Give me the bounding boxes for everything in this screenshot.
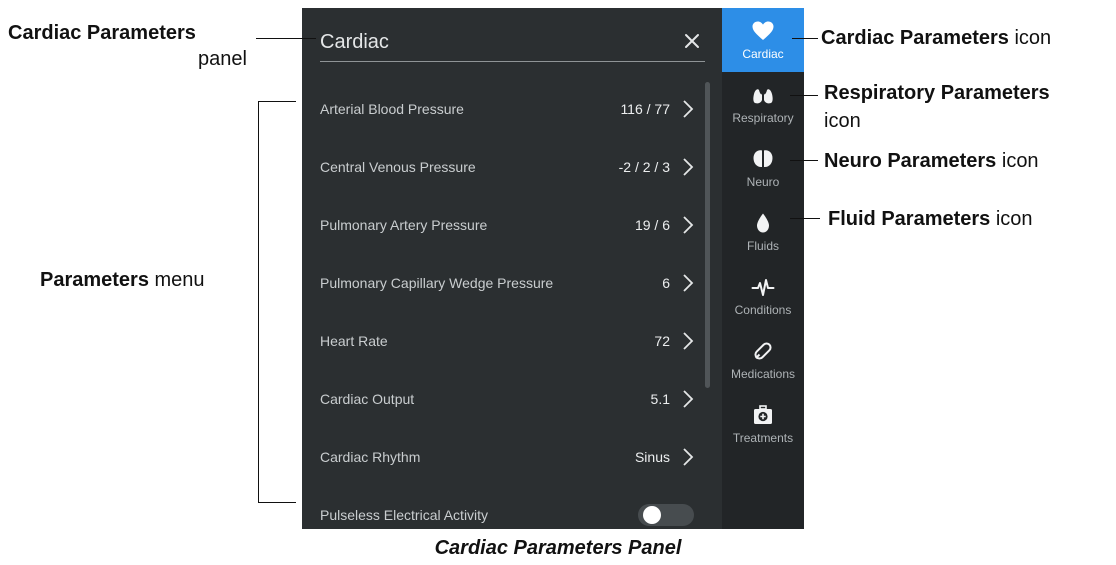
param-label: Pulmonary Artery Pressure bbox=[320, 217, 488, 233]
nav-label: Medications bbox=[730, 367, 796, 381]
param-label: Cardiac Output bbox=[320, 391, 415, 407]
chevron-right-icon bbox=[683, 390, 694, 408]
param-row-pulseless-electrical-activity: Pulseless Electrical Activity bbox=[320, 486, 700, 529]
param-row-heart-rate[interactable]: Heart Rate 72 bbox=[320, 312, 700, 370]
nav-item-treatments[interactable]: Treatments bbox=[722, 392, 804, 456]
bracket-top bbox=[258, 101, 296, 102]
annotation-bold: Fluid Parameters bbox=[828, 208, 991, 230]
annotation-text: icon bbox=[996, 150, 1039, 172]
annotation-bold: Cardiac Parameters bbox=[821, 27, 1009, 49]
chevron-right-icon bbox=[683, 100, 694, 118]
chevron-right-icon bbox=[683, 158, 694, 176]
callout-line bbox=[790, 218, 820, 219]
side-nav: Cardiac Respiratory Neuro Fluids Conditi… bbox=[722, 8, 804, 529]
callout-line bbox=[790, 95, 818, 96]
annotation-bold: Cardiac Parameters bbox=[8, 22, 196, 44]
nav-item-medications[interactable]: Medications bbox=[722, 328, 804, 392]
medkit-icon bbox=[754, 405, 772, 424]
param-value: 72 bbox=[654, 333, 670, 349]
param-label: Heart Rate bbox=[320, 333, 388, 349]
annotation-bold: Neuro Parameters bbox=[824, 150, 997, 172]
lungs-icon bbox=[753, 86, 773, 104]
param-row-pulmonary-artery-pressure[interactable]: Pulmonary Artery Pressure 19 / 6 bbox=[320, 196, 700, 254]
annotation-bold: Respiratory Parameters bbox=[824, 82, 1050, 104]
callout-line bbox=[792, 38, 818, 39]
nav-label: Conditions bbox=[734, 303, 792, 317]
scrollbar[interactable] bbox=[705, 82, 710, 388]
annotation-cardiac-icon: Cardiac Parameters icon bbox=[821, 25, 1051, 51]
param-value: 116 / 77 bbox=[620, 101, 670, 117]
param-value: -2 / 2 / 3 bbox=[618, 159, 670, 175]
param-value: 19 / 6 bbox=[634, 217, 670, 233]
chevron-right-icon bbox=[683, 274, 694, 292]
callout-line bbox=[790, 160, 818, 161]
cardiac-parameters-panel: Arterial Blood Pressure 116 / 77 Central… bbox=[302, 8, 722, 529]
annotation-text: icon bbox=[990, 208, 1033, 230]
annotation-text: menu bbox=[148, 269, 205, 291]
search-bar bbox=[320, 22, 705, 62]
param-row-cardiac-output[interactable]: Cardiac Output 5.1 bbox=[320, 370, 700, 428]
toggle-knob bbox=[643, 506, 661, 524]
param-row-cardiac-rhythm[interactable]: Cardiac Rhythm Sinus bbox=[320, 428, 700, 486]
param-row-arterial-blood-pressure[interactable]: Arterial Blood Pressure 116 / 77 bbox=[320, 80, 700, 138]
figure-caption: Cardiac Parameters Panel bbox=[434, 537, 682, 559]
annotation-cardiac-panel: Cardiac Parameters bbox=[8, 20, 196, 46]
param-row-central-venous-pressure[interactable]: Central Venous Pressure -2 / 2 / 3 bbox=[320, 138, 700, 196]
nav-label: Fluids bbox=[746, 239, 779, 253]
annotation-respiratory-icon-sub: icon bbox=[824, 108, 861, 134]
nav-item-neuro[interactable]: Neuro bbox=[722, 136, 804, 200]
param-value: 6 bbox=[662, 275, 670, 291]
brain-icon bbox=[753, 150, 773, 168]
annotation-neuro-icon: Neuro Parameters icon bbox=[824, 148, 1039, 174]
param-value: 5.1 bbox=[650, 391, 670, 407]
chevron-right-icon bbox=[683, 216, 694, 234]
nav-item-cardiac[interactable]: Cardiac bbox=[722, 8, 804, 72]
annotation-text: icon bbox=[824, 110, 861, 132]
param-label: Pulseless Electrical Activity bbox=[320, 507, 489, 523]
bracket-line bbox=[258, 101, 259, 503]
param-label: Cardiac Rhythm bbox=[320, 449, 421, 465]
param-label: Pulmonary Capillary Wedge Pressure bbox=[320, 275, 554, 291]
chevron-right-icon bbox=[683, 448, 694, 466]
pill-icon bbox=[754, 342, 772, 360]
search-input[interactable] bbox=[320, 28, 660, 56]
nav-item-fluids[interactable]: Fluids bbox=[722, 200, 804, 264]
param-label: Central Venous Pressure bbox=[320, 159, 476, 175]
bracket-bottom bbox=[258, 502, 296, 503]
param-label: Arterial Blood Pressure bbox=[320, 101, 464, 117]
annotation-parameters-menu: Parameters menu bbox=[40, 267, 205, 293]
pulse-icon bbox=[751, 279, 775, 296]
annotation-cardiac-panel-sub: panel bbox=[198, 46, 247, 72]
annotation-bold: Parameters bbox=[40, 269, 149, 291]
pea-toggle[interactable] bbox=[638, 504, 694, 526]
close-icon[interactable] bbox=[681, 30, 703, 52]
heart-icon bbox=[752, 21, 774, 40]
annotation-text: icon bbox=[1008, 27, 1052, 49]
nav-label: Respiratory bbox=[732, 111, 794, 125]
chevron-right-icon bbox=[683, 332, 694, 350]
nav-label: Neuro bbox=[746, 175, 780, 189]
nav-item-conditions[interactable]: Conditions bbox=[722, 264, 804, 328]
droplet-icon bbox=[757, 213, 769, 233]
nav-label: Treatments bbox=[732, 431, 794, 445]
annotation-respiratory-icon: Respiratory Parameters bbox=[824, 80, 1050, 106]
nav-label: Cardiac bbox=[742, 47, 784, 61]
annotation-fluid-icon: Fluid Parameters icon bbox=[828, 206, 1033, 232]
param-row-pulmonary-capillary-wedge-pressure[interactable]: Pulmonary Capillary Wedge Pressure 6 bbox=[320, 254, 700, 312]
param-value: Sinus bbox=[634, 449, 670, 465]
annotation-text: panel bbox=[198, 48, 247, 70]
nav-item-respiratory[interactable]: Respiratory bbox=[722, 72, 804, 136]
callout-line bbox=[256, 38, 316, 39]
